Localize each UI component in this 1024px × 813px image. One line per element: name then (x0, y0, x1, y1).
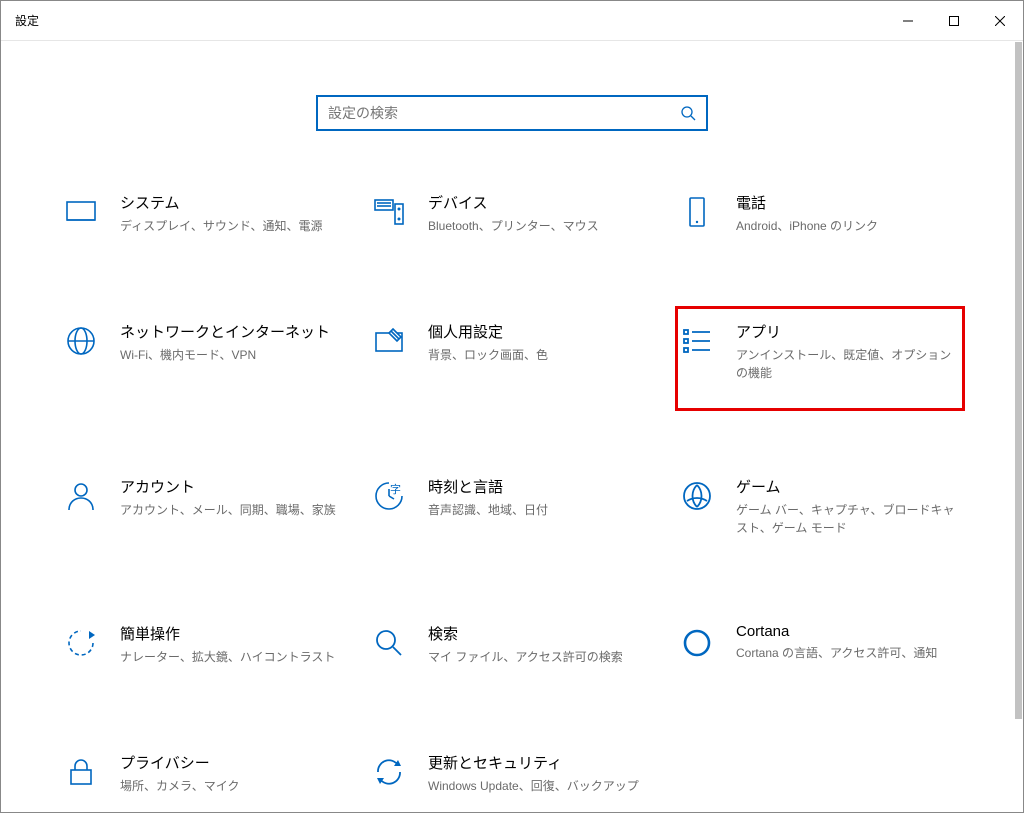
network-icon (64, 324, 98, 358)
tile-desc: ゲーム バー、キャプチャ、ブロードキャスト、ゲーム モード (736, 501, 960, 537)
tile-devices[interactable]: デバイス Bluetooth、プリンター、マウス (367, 185, 657, 256)
close-button[interactable] (977, 1, 1023, 40)
ease-icon (64, 626, 98, 660)
tile-title: 簡単操作 (120, 623, 344, 644)
tile-personalization[interactable]: 個人用設定 背景、ロック画面、色 (367, 314, 657, 411)
tile-text: アカウント アカウント、メール、同期、職場、家族 (120, 476, 344, 519)
content-area: システム ディスプレイ、サウンド、通知、電源 (1, 41, 1023, 812)
search-input[interactable] (328, 105, 672, 121)
tile-title: プライバシー (120, 752, 344, 773)
tile-desc: Wi-Fi、機内モード、VPN (120, 346, 344, 364)
personalize-icon (372, 324, 406, 358)
time-language-icon: 字 (372, 479, 406, 513)
tile-title: アプリ (736, 321, 960, 342)
gaming-icon (680, 479, 714, 513)
tile-text: 更新とセキュリティ Windows Update、回復、バックアップ (428, 752, 652, 795)
tile-title: Cortana (736, 623, 960, 640)
accounts-icon (64, 479, 98, 513)
tile-title: ゲーム (736, 476, 960, 497)
tile-accounts[interactable]: アカウント アカウント、メール、同期、職場、家族 (59, 469, 349, 558)
tile-text: Cortana Cortana の言語、アクセス許可、通知 (736, 623, 960, 662)
scrollbar[interactable] (1015, 42, 1022, 811)
tile-title: デバイス (428, 192, 652, 213)
tile-text: ゲーム ゲーム バー、キャプチャ、ブロードキャスト、ゲーム モード (736, 476, 960, 537)
search-category-icon (372, 626, 406, 660)
system-icon (64, 195, 98, 229)
tile-text: アプリ アンインストール、既定値、オプションの機能 (736, 321, 960, 382)
tile-text: デバイス Bluetooth、プリンター、マウス (428, 192, 652, 235)
titlebar: 設定 (1, 1, 1023, 41)
maximize-button[interactable] (931, 1, 977, 40)
maximize-icon (949, 16, 959, 26)
tile-title: システム (120, 192, 344, 213)
tile-title: ネットワークとインターネット (120, 321, 344, 342)
tile-desc: ディスプレイ、サウンド、通知、電源 (120, 217, 344, 235)
tile-desc: Windows Update、回復、バックアップ (428, 777, 652, 795)
tile-cortana[interactable]: Cortana Cortana の言語、アクセス許可、通知 (675, 616, 965, 687)
cortana-icon (680, 626, 714, 660)
tile-ease-of-access[interactable]: 簡単操作 ナレーター、拡大鏡、ハイコントラスト (59, 616, 349, 687)
tile-apps[interactable]: アプリ アンインストール、既定値、オプションの機能 (675, 306, 965, 411)
tile-title: アカウント (120, 476, 344, 497)
tile-text: 時刻と言語 音声認識、地域、日付 (428, 476, 652, 519)
tile-title: 検索 (428, 623, 652, 644)
search-box[interactable] (316, 95, 708, 131)
tile-text: ネットワークとインターネット Wi-Fi、機内モード、VPN (120, 321, 344, 364)
tile-privacy[interactable]: プライバシー 場所、カメラ、マイク (59, 745, 349, 812)
tile-text: 個人用設定 背景、ロック画面、色 (428, 321, 652, 364)
tile-desc: Android、iPhone のリンク (736, 217, 960, 235)
update-icon (372, 755, 406, 789)
tile-desc: マイ ファイル、アクセス許可の検索 (428, 648, 652, 666)
tile-text: 検索 マイ ファイル、アクセス許可の検索 (428, 623, 652, 666)
svg-text:字: 字 (390, 482, 401, 496)
window-title: 設定 (15, 12, 39, 29)
tile-desc: Cortana の言語、アクセス許可、通知 (736, 644, 960, 662)
search-row (1, 41, 1023, 185)
close-icon (995, 16, 1005, 26)
apps-icon (680, 324, 714, 358)
tile-text: システム ディスプレイ、サウンド、通知、電源 (120, 192, 344, 235)
settings-grid: システム ディスプレイ、サウンド、通知、電源 (59, 185, 965, 812)
devices-icon (372, 195, 406, 229)
minimize-icon (903, 16, 913, 26)
window-controls (885, 1, 1023, 40)
tile-text: プライバシー 場所、カメラ、マイク (120, 752, 344, 795)
tile-desc: アンインストール、既定値、オプションの機能 (736, 346, 960, 382)
phone-icon (680, 195, 714, 229)
tile-title: 個人用設定 (428, 321, 652, 342)
search-icon (680, 105, 696, 121)
tile-desc: 背景、ロック画面、色 (428, 346, 652, 364)
tile-text: 簡単操作 ナレーター、拡大鏡、ハイコントラスト (120, 623, 344, 666)
privacy-icon (64, 755, 98, 789)
tile-update[interactable]: 更新とセキュリティ Windows Update、回復、バックアップ (367, 745, 657, 812)
tile-desc: ナレーター、拡大鏡、ハイコントラスト (120, 648, 344, 666)
tile-desc: 音声認識、地域、日付 (428, 501, 652, 519)
tile-search[interactable]: 検索 マイ ファイル、アクセス許可の検索 (367, 616, 657, 687)
tile-gaming[interactable]: ゲーム ゲーム バー、キャプチャ、ブロードキャスト、ゲーム モード (675, 469, 965, 558)
tile-system[interactable]: システム ディスプレイ、サウンド、通知、電源 (59, 185, 349, 256)
tile-time-language[interactable]: 字 時刻と言語 音声認識、地域、日付 (367, 469, 657, 558)
tile-desc: アカウント、メール、同期、職場、家族 (120, 501, 344, 519)
tile-title: 時刻と言語 (428, 476, 652, 497)
tile-phone[interactable]: 電話 Android、iPhone のリンク (675, 185, 965, 256)
tile-text: 電話 Android、iPhone のリンク (736, 192, 960, 235)
tile-network[interactable]: ネットワークとインターネット Wi-Fi、機内モード、VPN (59, 314, 349, 411)
scrollbar-thumb[interactable] (1015, 42, 1022, 719)
tile-title: 電話 (736, 192, 960, 213)
tile-title: 更新とセキュリティ (428, 752, 652, 773)
tile-desc: 場所、カメラ、マイク (120, 777, 344, 795)
settings-grid-wrap: システム ディスプレイ、サウンド、通知、電源 (1, 185, 1023, 812)
tile-desc: Bluetooth、プリンター、マウス (428, 217, 652, 235)
minimize-button[interactable] (885, 1, 931, 40)
